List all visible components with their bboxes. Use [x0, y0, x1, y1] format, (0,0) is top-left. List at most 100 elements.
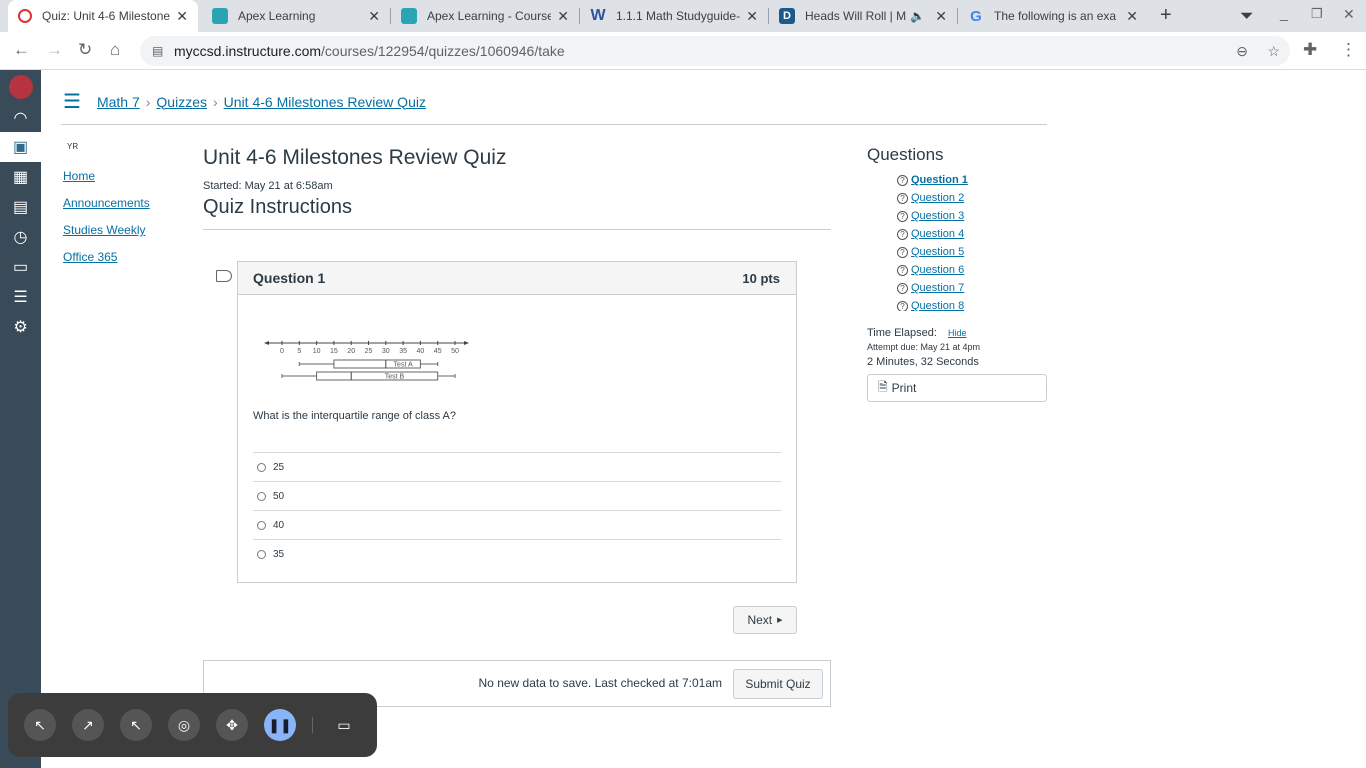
series-label: Test B: [385, 374, 405, 381]
radio-button[interactable]: [257, 462, 266, 472]
forward-icon[interactable]: →: [46, 40, 63, 60]
tab-quiz[interactable]: Quiz: Unit 4-6 Milestone ✕: [8, 0, 198, 32]
close-tab-icon[interactable]: ✕: [176, 8, 188, 25]
highlight-cursor-icon[interactable]: ↖: [120, 709, 152, 741]
question-link-item[interactable]: ? Question 2: [897, 189, 1047, 207]
radio-button[interactable]: [257, 491, 266, 501]
next-button[interactable]: Next ▶: [733, 606, 797, 634]
tab-apex[interactable]: Apex Learning ✕: [202, 0, 390, 32]
close-tab-icon[interactable]: ✕: [368, 8, 380, 25]
answer-label: 25: [273, 461, 285, 473]
question-link[interactable]: Question 1: [911, 174, 968, 186]
settings-icon[interactable]: ⚙: [0, 312, 41, 342]
pause-icon[interactable]: ❚❚: [264, 709, 296, 741]
commons-icon[interactable]: ☰: [0, 282, 41, 312]
new-tab-button[interactable]: +: [1160, 4, 1172, 27]
url-path: /courses/122954/quizzes/1060946/take: [321, 43, 565, 59]
question-link-item[interactable]: ? Question 4: [897, 225, 1047, 243]
question-link[interactable]: Question 5: [911, 246, 964, 258]
minimize-button[interactable]: _: [1280, 5, 1288, 21]
close-window-button[interactable]: ✕: [1343, 6, 1355, 23]
question-link-item[interactable]: ? Question 7: [897, 279, 1047, 297]
calendar-icon[interactable]: ▦: [0, 162, 41, 192]
back-icon[interactable]: ←: [13, 40, 30, 60]
tab-heads-will-roll[interactable]: D Heads Will Roll | M 🔈 ✕: [769, 0, 957, 32]
radio-button[interactable]: [257, 549, 266, 559]
question-link[interactable]: Question 8: [911, 300, 964, 311]
question-label: Question 1: [253, 270, 326, 286]
restore-button[interactable]: ❐: [1311, 6, 1323, 22]
move-icon[interactable]: ✥: [216, 709, 248, 741]
click-cursor-icon[interactable]: ◎: [168, 709, 200, 741]
answer-label: 35: [273, 548, 285, 560]
google-icon: G: [970, 7, 982, 25]
zoom-icon[interactable]: ⊖: [1236, 43, 1248, 60]
answer-option[interactable]: 50: [253, 481, 781, 510]
audio-icon: 🔈: [910, 9, 926, 23]
home-icon[interactable]: ⌂: [110, 40, 120, 60]
tick-label: 0: [280, 348, 284, 355]
school-logo-icon[interactable]: [0, 72, 41, 102]
inbox-icon[interactable]: ▤: [0, 192, 41, 222]
question-unanswered-icon: ?: [897, 264, 908, 276]
window-capture-icon[interactable]: ▭: [328, 709, 360, 741]
bookmark-star-icon[interactable]: ☆: [1267, 43, 1280, 60]
extensions-icon[interactable]: ✚: [1303, 40, 1317, 60]
question-list[interactable]: ? Question 1? Question 2? Question 3? Questi…: [867, 171, 1047, 311]
close-tab-icon[interactable]: ✕: [746, 8, 758, 25]
courses-icon[interactable]: ▣: [0, 132, 41, 162]
tick-label: 20: [347, 348, 355, 355]
question-link[interactable]: Question 6: [911, 264, 964, 276]
tab-google[interactable]: G The following is an exa ✕: [958, 0, 1148, 32]
breadcrumb-quiz[interactable]: Unit 4-6 Milestones Review Quiz: [224, 94, 426, 110]
course-nav-home[interactable]: Home: [63, 169, 150, 183]
tab-title: Quiz: Unit 4-6 Milestone: [42, 9, 171, 23]
close-tab-icon[interactable]: ✕: [1126, 8, 1138, 25]
instructions-heading: Quiz Instructions: [203, 196, 831, 230]
tab-search-icon[interactable]: ⏷: [1240, 6, 1254, 26]
studio-icon[interactable]: ▭: [0, 252, 41, 282]
question-unanswered-icon: ?: [897, 174, 908, 186]
print-button[interactable]: 🗎 Print: [867, 374, 1047, 402]
address-bar[interactable]: ▤ myccsd.instructure.com/courses/122954/…: [140, 36, 1290, 66]
breadcrumb-course[interactable]: Math 7: [97, 94, 140, 110]
close-tab-icon[interactable]: ✕: [557, 8, 569, 25]
close-tab-icon[interactable]: ✕: [935, 8, 947, 25]
question-link-item[interactable]: ? Question 3: [897, 207, 1047, 225]
breadcrumb-quizzes[interactable]: Quizzes: [156, 94, 207, 110]
question-link-item[interactable]: ? Question 6: [897, 261, 1047, 279]
course-nav-studies-weekly[interactable]: Studies Weekly: [63, 223, 150, 237]
question-link[interactable]: Question 2: [911, 192, 964, 204]
dashboard-icon[interactable]: ◠: [0, 103, 41, 133]
elapsed-time: 2 Minutes, 32 Seconds: [867, 356, 979, 368]
select-cursor-icon[interactable]: ↖: [24, 709, 56, 741]
flag-question-icon[interactable]: [216, 270, 232, 282]
reload-icon[interactable]: ↻: [78, 40, 92, 60]
answer-option[interactable]: 40: [253, 510, 781, 539]
print-icon: 🗎: [878, 379, 888, 394]
hide-timer-link[interactable]: Hide: [948, 328, 967, 338]
d-icon: D: [779, 8, 795, 24]
history-icon[interactable]: ◷: [0, 222, 41, 252]
answer-label: 40: [273, 519, 285, 531]
tick-label: 45: [434, 348, 442, 355]
course-nav-office-365[interactable]: Office 365: [63, 250, 150, 264]
hamburger-menu-icon[interactable]: ☰: [63, 89, 81, 114]
menu-icon[interactable]: ⋮: [1340, 40, 1357, 60]
answer-option[interactable]: 25: [253, 452, 781, 481]
redo-cursor-icon[interactable]: ↗: [72, 709, 104, 741]
question-link-item[interactable]: ? Question 1: [897, 171, 1047, 189]
tab-studyguide[interactable]: W 1.1.1 Math Studyguide- ✕: [580, 0, 768, 32]
question-card: Question 1 10 pts 0 5 10 15 20 25 30 35 40 45 50 Tes…: [237, 261, 797, 583]
apex-icon: [401, 8, 417, 24]
radio-button[interactable]: [257, 520, 266, 530]
submit-quiz-button[interactable]: Submit Quiz: [733, 669, 823, 699]
question-link[interactable]: Question 7: [911, 282, 964, 294]
question-link-item[interactable]: ? Question 8: [897, 297, 1047, 311]
course-nav-announcements[interactable]: Announcements: [63, 196, 150, 210]
answer-option[interactable]: 35: [253, 539, 781, 568]
question-link-item[interactable]: ? Question 5: [897, 243, 1047, 261]
question-link[interactable]: Question 4: [911, 228, 964, 240]
tab-apex-course[interactable]: Apex Learning - Course ✕: [391, 0, 579, 32]
question-link[interactable]: Question 3: [911, 210, 964, 222]
